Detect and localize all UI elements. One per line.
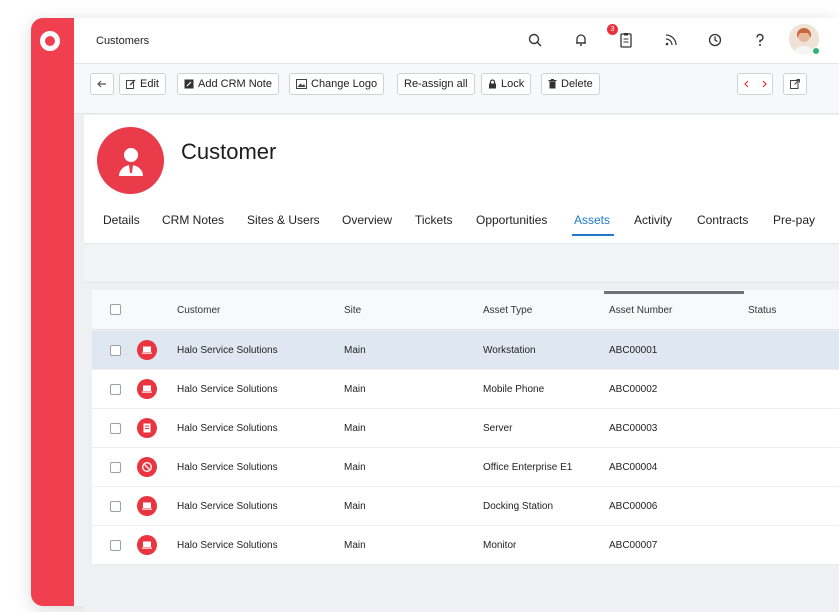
cell-customer: Halo Service Solutions	[177, 384, 278, 395]
bell-icon[interactable]	[570, 29, 592, 51]
nav-rail	[31, 18, 74, 606]
customer-profile-header	[84, 115, 839, 261]
row-checkbox[interactable]	[110, 423, 121, 434]
cell-asset-type: Mobile Phone	[483, 384, 545, 395]
previous-record-icon[interactable]	[743, 80, 749, 88]
reassign-all-label: Re-assign all	[404, 78, 468, 90]
add-crm-note-label: Add CRM Note	[198, 78, 272, 90]
select-all-checkbox[interactable]	[110, 304, 121, 315]
column-asset-type[interactable]: Asset Type	[483, 305, 532, 316]
cell-customer: Halo Service Solutions	[177, 462, 278, 473]
cell-site: Main	[344, 540, 366, 551]
cell-asset-number: ABC00003	[609, 423, 658, 434]
column-site[interactable]: Site	[344, 305, 361, 316]
cell-asset-type: Office Enterprise E1	[483, 462, 573, 473]
app-logo-icon[interactable]	[40, 31, 60, 51]
trash-icon	[548, 79, 557, 89]
cell-asset-type: Workstation	[483, 345, 536, 356]
cell-site: Main	[344, 462, 366, 473]
open-external-button[interactable]	[783, 73, 807, 95]
tab-contracts[interactable]: Contracts	[697, 213, 748, 227]
tab-pre-pay[interactable]: Pre-pay	[773, 213, 815, 227]
notification-badge: 3	[607, 24, 618, 35]
cell-customer: Halo Service Solutions	[177, 345, 278, 356]
active-tab-indicator	[572, 234, 614, 236]
row-checkbox[interactable]	[110, 345, 121, 356]
cell-customer: Halo Service Solutions	[177, 423, 278, 434]
edit-icon	[126, 79, 136, 89]
lock-button[interactable]: Lock	[481, 73, 532, 95]
arrow-left-icon	[97, 80, 106, 88]
column-status[interactable]: Status	[748, 305, 776, 316]
row-checkbox[interactable]	[110, 540, 121, 551]
cell-asset-number: ABC00006	[609, 501, 658, 512]
delete-label: Delete	[561, 78, 593, 90]
cell-asset-number: ABC00007	[609, 540, 658, 551]
cell-asset-number: ABC00004	[609, 462, 658, 473]
cell-customer: Halo Service Solutions	[177, 540, 278, 551]
disc-icon	[137, 457, 157, 477]
lock-icon	[489, 79, 496, 89]
customer-name: Customer	[181, 139, 277, 164]
row-checkbox[interactable]	[110, 384, 121, 395]
tab-crm-notes[interactable]: CRM Notes	[162, 213, 224, 227]
row-checkbox[interactable]	[110, 462, 121, 473]
delete-button[interactable]: Delete	[541, 73, 600, 95]
cell-site: Main	[344, 423, 366, 434]
edit-label: Edit	[140, 78, 159, 90]
change-logo-label: Change Logo	[311, 78, 378, 90]
edit-button[interactable]: Edit	[119, 73, 166, 95]
tab-sites-users[interactable]: Sites & Users	[247, 213, 320, 227]
cell-asset-type: Monitor	[483, 540, 517, 551]
cell-asset-type: Docking Station	[483, 501, 554, 512]
help-icon[interactable]	[749, 29, 771, 51]
cell-site: Main	[344, 384, 366, 395]
laptop-icon	[137, 379, 157, 399]
column-asset-number[interactable]: Asset Number	[609, 305, 672, 316]
next-record-icon[interactable]	[762, 80, 768, 88]
column-customer[interactable]: Customer	[177, 305, 220, 316]
add-crm-note-button[interactable]: Add CRM Note	[177, 73, 279, 95]
back-button[interactable]	[90, 73, 114, 95]
clipboard-icon[interactable]	[615, 29, 637, 51]
filter-band	[84, 243, 839, 283]
tab-opportunities[interactable]: Opportunities	[476, 213, 547, 227]
change-logo-button[interactable]: Change Logo	[289, 73, 385, 95]
laptop-icon	[137, 340, 157, 360]
image-icon	[296, 79, 307, 89]
laptop-icon	[137, 496, 157, 516]
tab-details[interactable]: Details	[103, 213, 140, 227]
record-navigator	[737, 73, 773, 95]
laptop-icon	[137, 535, 157, 555]
tab-overview[interactable]: Overview	[342, 213, 392, 227]
tab-tickets[interactable]: Tickets	[415, 213, 453, 227]
server-icon	[137, 418, 157, 438]
cell-customer: Halo Service Solutions	[177, 501, 278, 512]
note-icon	[184, 79, 194, 89]
cell-site: Main	[344, 501, 366, 512]
tab-activity[interactable]: Activity	[634, 213, 672, 227]
row-checkbox[interactable]	[110, 501, 121, 512]
external-link-icon	[790, 79, 800, 89]
tab-assets[interactable]: Assets	[574, 213, 610, 227]
cell-site: Main	[344, 345, 366, 356]
online-status-dot	[812, 47, 820, 55]
page-title: Customers	[96, 34, 150, 47]
customer-person-icon	[97, 127, 164, 194]
search-icon[interactable]	[524, 29, 546, 51]
clock-icon[interactable]	[704, 29, 726, 51]
cell-asset-type: Server	[483, 423, 513, 434]
reassign-all-button[interactable]: Re-assign all	[397, 73, 475, 95]
lock-label: Lock	[501, 78, 525, 90]
rss-icon[interactable]	[660, 29, 682, 51]
sort-indicator	[604, 291, 744, 294]
cell-asset-number: ABC00001	[609, 345, 658, 356]
cell-asset-number: ABC00002	[609, 384, 658, 395]
